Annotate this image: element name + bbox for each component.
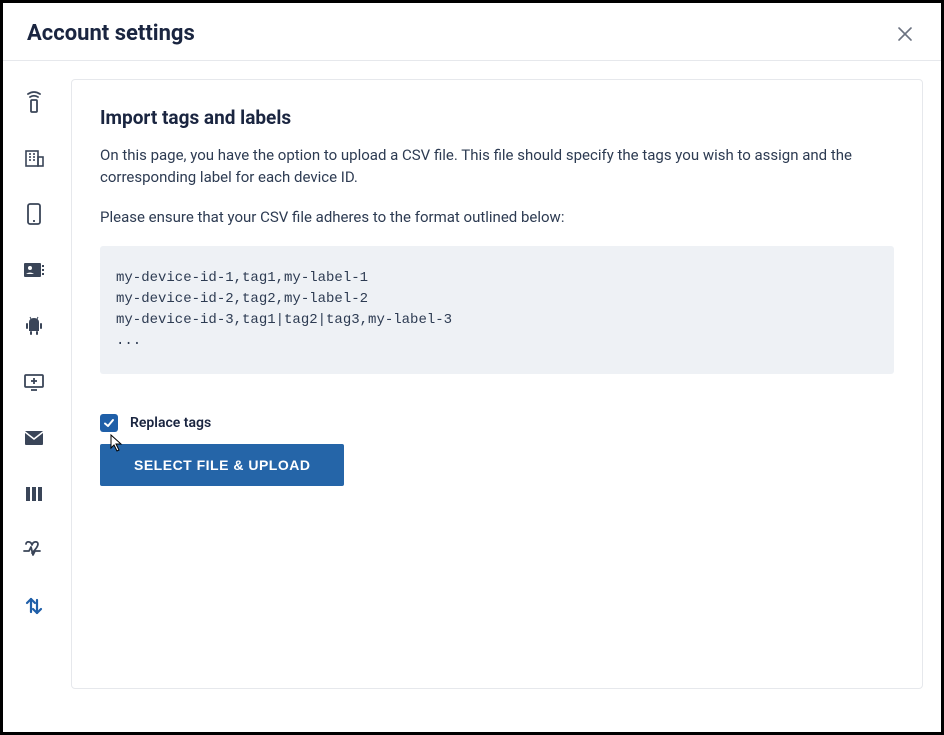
csv-format-example: my-device-id-1,tag1,my-label-1 my-device… (100, 246, 894, 374)
heartbeat-icon (23, 541, 45, 559)
close-button[interactable] (893, 22, 917, 46)
page-title: Account settings (27, 21, 195, 46)
contact-card-icon (23, 261, 45, 279)
sidebar-item-heartbeat[interactable] (23, 539, 45, 561)
sidebar-item-mail[interactable] (23, 427, 45, 449)
sidebar-item-building[interactable] (23, 147, 45, 169)
close-icon (897, 26, 913, 42)
section-title: Import tags and labels (100, 106, 894, 129)
modal-header: Account settings (3, 3, 941, 61)
replace-tags-row: Replace tags (100, 414, 894, 432)
replace-tags-label: Replace tags (130, 415, 211, 431)
checkmark-icon (103, 417, 115, 429)
modal-body: Import tags and labels On this page, you… (3, 61, 941, 730)
description-paragraph-1: On this page, you have the option to upl… (100, 145, 894, 189)
sidebar-item-columns[interactable] (23, 483, 45, 505)
transfer-icon (25, 596, 43, 616)
sidebar-item-transfer[interactable] (23, 595, 45, 617)
content-card: Import tags and labels On this page, you… (71, 79, 923, 689)
sidebar-item-phone[interactable] (23, 203, 45, 225)
android-icon (24, 315, 44, 337)
phone-icon (26, 203, 42, 225)
mail-icon (24, 430, 44, 446)
sidebar-item-remote[interactable] (23, 91, 45, 113)
sidebar-item-android[interactable] (23, 315, 45, 337)
select-file-upload-button[interactable]: SELECT FILE & UPLOAD (100, 444, 344, 486)
columns-icon (25, 486, 43, 502)
sidebar-item-screen-add[interactable] (23, 371, 45, 393)
building-icon (24, 148, 44, 168)
sidebar-item-contact[interactable] (23, 259, 45, 281)
remote-icon (25, 91, 43, 113)
description-paragraph-2: Please ensure that your CSV file adheres… (100, 207, 894, 229)
main-content: Import tags and labels On this page, you… (65, 61, 941, 730)
screen-add-icon (23, 373, 45, 391)
replace-tags-checkbox[interactable] (100, 414, 118, 432)
sidebar (3, 61, 65, 730)
